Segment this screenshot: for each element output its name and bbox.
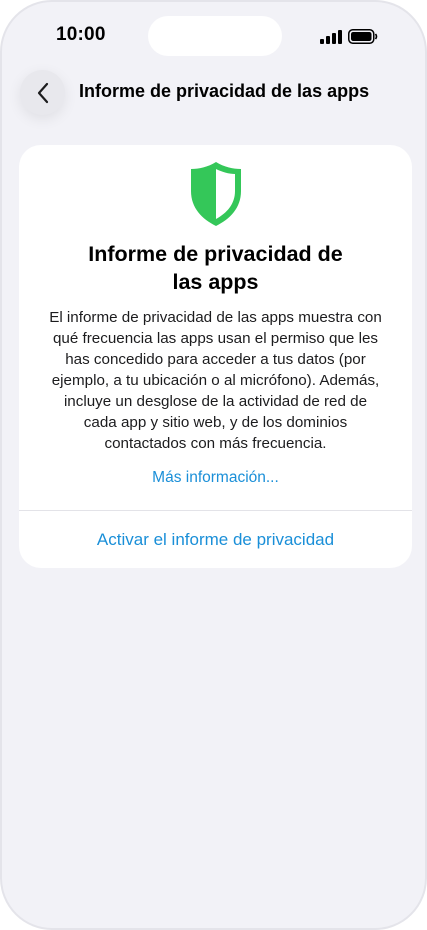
card-title: Informe de privacidad de las apps	[19, 240, 412, 296]
privacy-report-card: Informe de privacidad de las apps El inf…	[19, 145, 412, 568]
phone-screen: 10:00 Informe de privacidad de las apps …	[0, 0, 427, 930]
card-title-line: las apps	[172, 270, 259, 294]
chevron-left-icon	[37, 82, 48, 103]
description-line: ejemplo, a tu ubicación o al micrófono).…	[51, 372, 380, 389]
back-button[interactable]	[20, 70, 65, 115]
description-line: qué frecuencia las apps usan el permiso …	[52, 330, 379, 347]
cellular-signal-icon	[320, 30, 342, 44]
status-time: 10:00	[56, 24, 106, 45]
description-line: contactados con más frecuencia.	[104, 435, 327, 452]
activate-privacy-report-button[interactable]: Activar el informe de privacidad	[19, 511, 412, 568]
card-title-line: Informe de privacidad de	[88, 242, 343, 266]
dynamic-island	[148, 16, 282, 56]
description-line: El informe de privacidad de las apps mue…	[49, 309, 382, 326]
card-description: El informe de privacidad de las apps mue…	[33, 307, 398, 454]
page-title: Informe de privacidad de las apps	[79, 81, 370, 101]
description-line: incluye un desglose de la actividad de r…	[63, 393, 368, 410]
shield-icon	[191, 162, 241, 226]
battery-icon	[348, 29, 378, 44]
description-line: has concedido para acceder a tus datos (…	[65, 351, 366, 368]
more-info-link[interactable]: Más información...	[19, 469, 412, 487]
status-bar: 10:00	[2, 2, 425, 72]
description-line: cada app y sitio web, y de los dominios	[83, 414, 348, 431]
